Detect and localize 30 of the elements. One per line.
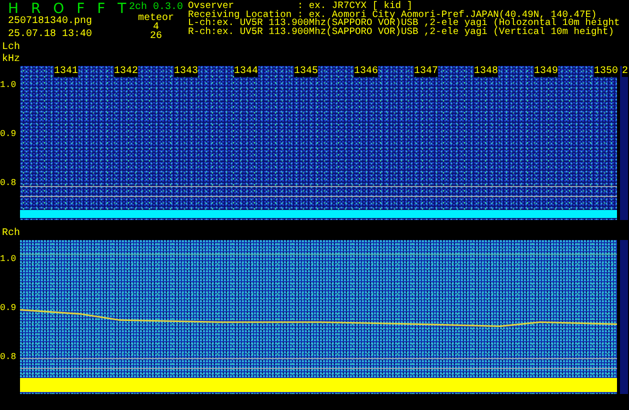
channel-label: Rch — [2, 228, 22, 240]
info-line: R-ch:ex. UV5R 113.900Mhz(SAPPORO VOR)USB ,2-ele yagi (Vertical 10m height) — [188, 28, 614, 37]
frequency-label: 0.8 — [0, 352, 16, 362]
time-label: 1341 — [54, 66, 78, 77]
frequency-label: 1.0 — [0, 254, 16, 264]
info-line: Ovserver : ex. JR7CYX [ kid ] — [188, 2, 413, 11]
info-line: Receiving Location : ex. Aomori City Aomori-Pref.JAPAN(40.49N, 140.47E) — [188, 10, 597, 20]
version-label: 2ch 0.3.0 — [128, 2, 184, 13]
meteor-count: 26 — [148, 32, 163, 41]
channel-label: Lch — [2, 42, 22, 54]
frequency-label: 0.8 — [0, 178, 16, 188]
meteor-count: 4 — [152, 24, 159, 32]
time-label: 1347 — [414, 66, 438, 77]
date-time: 25.07.18 13:40 — [8, 29, 94, 40]
time-label: 1346 — [354, 66, 378, 77]
time-label: 1343 — [174, 66, 198, 77]
time-label: 1349 — [534, 66, 558, 77]
info-line: L-ch:ex. UV5R 113.900Mhz(SAPPORO VOR)USB ,2-ele yagi (Holozontal 10m height — [188, 19, 620, 28]
time-label: 1342 — [114, 66, 138, 77]
frequency-label: 0.9 — [0, 303, 16, 313]
time-label: 1348 — [474, 66, 498, 77]
time-label: 2 — [622, 66, 628, 77]
app-title: H R O F F T — [8, 2, 128, 16]
file-name: 2507181340.png — [8, 16, 94, 27]
time-label: 1344 — [234, 66, 258, 77]
frequency-label: 1.0 — [0, 80, 16, 90]
time-label: 1345 — [294, 66, 318, 77]
unit-label: kHz — [2, 54, 22, 66]
frequency-label: 0.9 — [0, 129, 16, 139]
time-label: 1350 — [594, 66, 618, 77]
